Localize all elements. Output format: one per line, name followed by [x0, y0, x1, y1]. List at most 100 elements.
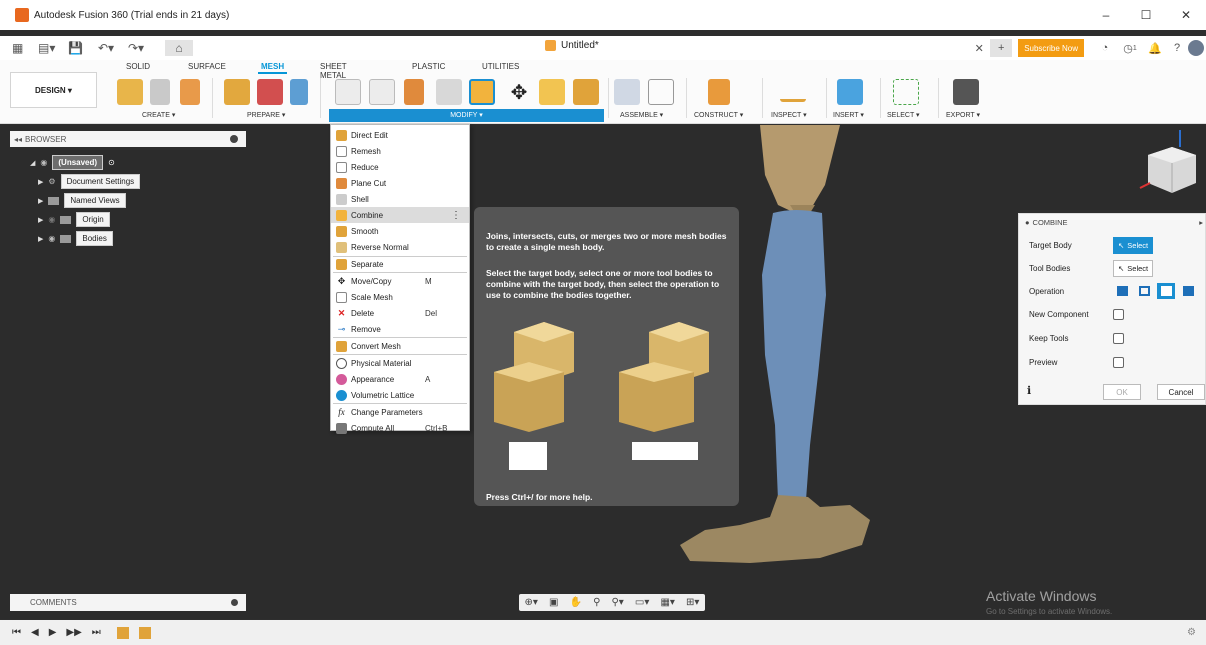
- browser-panel-header[interactable]: ◂◂ BROWSER: [10, 131, 246, 147]
- menu-item-remesh[interactable]: Remesh: [331, 143, 469, 159]
- generate-face-groups-icon[interactable]: [224, 79, 250, 105]
- look-at-icon[interactable]: ▣: [549, 597, 558, 608]
- menu-item-compute-all[interactable]: Compute All Ctrl+B: [331, 420, 469, 436]
- export-icon[interactable]: [953, 79, 979, 105]
- create-group-label[interactable]: CREATE ▾: [142, 111, 175, 119]
- modify-group-label[interactable]: MODIFY ▾: [329, 109, 604, 122]
- viewcube[interactable]: [1139, 130, 1196, 193]
- previous-step-icon[interactable]: ◀: [31, 627, 39, 638]
- next-step-icon[interactable]: ▶▶: [66, 627, 81, 638]
- menu-item-direct-edit[interactable]: Direct Edit: [331, 127, 469, 143]
- info-icon[interactable]: ℹ: [1027, 384, 1031, 397]
- avatar[interactable]: [1188, 40, 1204, 56]
- timeline-feature-icon[interactable]: [138, 626, 151, 639]
- new-tab-icon[interactable]: +: [990, 39, 1013, 57]
- hidden-eye-icon[interactable]: ◉: [48, 215, 55, 224]
- select-group-label[interactable]: SELECT ▾: [887, 111, 920, 119]
- tab-plastic[interactable]: PLASTIC: [412, 62, 445, 71]
- maximize-button[interactable]: ☐: [1126, 0, 1166, 30]
- viewports-icon[interactable]: ⊞▾: [686, 597, 699, 608]
- assemble-group-label[interactable]: ASSEMBLE ▾: [620, 111, 663, 119]
- tab-mesh[interactable]: MESH: [257, 62, 288, 74]
- grid-icon[interactable]: ▦▾: [660, 597, 674, 608]
- combine-face-groups-icon[interactable]: [257, 79, 283, 105]
- insert-group-label[interactable]: INSERT ▾: [833, 111, 864, 119]
- undo-icon[interactable]: ↶▾: [98, 40, 114, 56]
- display-settings-icon[interactable]: ▭▾: [635, 597, 649, 608]
- pan-icon[interactable]: ✋: [570, 597, 582, 608]
- minimize-button[interactable]: –: [1086, 0, 1126, 30]
- zoom-icon[interactable]: ⚲: [593, 597, 600, 608]
- select-window-icon[interactable]: [893, 79, 919, 105]
- prepare-group-label[interactable]: PREPARE ▾: [247, 111, 285, 119]
- tab-sheet-metal[interactable]: SHEET METAL: [320, 62, 347, 80]
- keep-tools-checkbox[interactable]: [1113, 332, 1124, 344]
- inspect-group-label[interactable]: INSPECT ▾: [771, 111, 807, 119]
- save-icon[interactable]: 💾: [68, 40, 83, 56]
- add-comment-icon[interactable]: [231, 599, 238, 606]
- move-copy-icon[interactable]: ✥: [506, 79, 532, 105]
- tree-item-origin[interactable]: ▶ ◉ Origin: [38, 212, 110, 227]
- menu-item-physical-material[interactable]: Physical Material: [331, 355, 469, 371]
- tree-item-document-settings[interactable]: ▶ ⚙ Document Settings: [38, 174, 141, 189]
- timeline-settings-icon[interactable]: ⚙: [1187, 627, 1196, 638]
- combine-icon[interactable]: [469, 79, 495, 105]
- new-component-icon[interactable]: [614, 79, 640, 105]
- expand-arrow-icon[interactable]: ▶: [38, 216, 43, 224]
- menu-item-shell[interactable]: Shell: [331, 191, 469, 207]
- repair-icon[interactable]: [290, 79, 308, 105]
- plane-cut-icon[interactable]: [404, 79, 424, 105]
- combine-dialog-header[interactable]: ● COMBINE ▸: [1019, 214, 1206, 230]
- comments-panel[interactable]: COMMENTS: [10, 594, 246, 611]
- visibility-eye-icon[interactable]: ◉: [40, 158, 47, 167]
- new-component-checkbox[interactable]: [1113, 308, 1124, 320]
- job-status-icon[interactable]: ◷ 1: [1116, 39, 1144, 57]
- menu-item-plane-cut[interactable]: Plane Cut: [331, 175, 469, 191]
- scale-mesh-icon[interactable]: [539, 79, 565, 105]
- tab-utilities[interactable]: UTILITIES: [482, 62, 519, 71]
- remesh-icon[interactable]: [335, 79, 361, 105]
- first-step-icon[interactable]: ⏮: [12, 627, 21, 638]
- insert-image-icon[interactable]: [837, 79, 863, 105]
- visibility-eye-icon[interactable]: ◉: [48, 234, 55, 243]
- tessellate-icon[interactable]: [180, 79, 200, 105]
- apps-grid-icon[interactable]: ▦: [12, 40, 23, 56]
- timeline-feature-icon[interactable]: [116, 626, 129, 639]
- close-window-button[interactable]: ✕: [1166, 0, 1206, 30]
- shell-icon[interactable]: [436, 79, 462, 105]
- menu-item-separate[interactable]: Separate: [331, 256, 469, 272]
- menu-item-reduce[interactable]: Reduce: [331, 159, 469, 175]
- expand-arrow-icon[interactable]: ▸: [1199, 218, 1203, 227]
- convert-mesh-icon[interactable]: [573, 79, 599, 105]
- menu-item-reverse-normal[interactable]: Reverse Normal: [331, 239, 469, 255]
- tree-item-bodies[interactable]: ▶ ◉ Bodies: [38, 231, 113, 246]
- collapse-icon[interactable]: ◂◂: [14, 135, 22, 144]
- tab-surface[interactable]: SURFACE: [188, 62, 226, 71]
- menu-item-move-copy[interactable]: ✥ Move/Copy M: [331, 273, 469, 289]
- menu-item-combine[interactable]: Combine ⋮: [331, 207, 469, 223]
- merge-operation-icon[interactable]: [1179, 283, 1197, 299]
- offset-plane-icon[interactable]: [708, 79, 730, 105]
- orbit-icon[interactable]: ⊕▾: [525, 597, 538, 608]
- joint-icon[interactable]: [648, 79, 674, 105]
- document-tab[interactable]: Untitled*: [545, 40, 599, 51]
- home-icon[interactable]: ⌂: [165, 40, 193, 56]
- last-step-icon[interactable]: ⏭: [92, 627, 101, 638]
- notifications-icon[interactable]: 🔔: [1144, 39, 1166, 57]
- extensions-icon[interactable]: ◔: [1094, 39, 1116, 57]
- fit-icon[interactable]: ⚲▾: [611, 597, 623, 608]
- tree-item-named-views[interactable]: ▶ Named Views: [38, 193, 126, 208]
- measure-icon[interactable]: [780, 88, 806, 102]
- file-menu-icon[interactable]: ▤▾: [38, 40, 55, 56]
- construct-group-label[interactable]: CONSTRUCT ▾: [694, 111, 743, 119]
- export-group-label[interactable]: EXPORT ▾: [946, 111, 980, 119]
- subscribe-button[interactable]: Subscribe Now: [1018, 39, 1084, 57]
- preview-checkbox[interactable]: [1113, 356, 1124, 368]
- create-form-icon[interactable]: [117, 79, 143, 105]
- tree-item-root[interactable]: ◢ ◉ (Unsaved) ⊙: [30, 155, 115, 170]
- activate-radio-icon[interactable]: ⊙: [108, 158, 115, 167]
- menu-item-convert-mesh[interactable]: Convert Mesh: [331, 338, 469, 354]
- reduce-icon[interactable]: [369, 79, 395, 105]
- expand-arrow-icon[interactable]: ▶: [38, 178, 43, 186]
- more-options-icon[interactable]: ⋮: [451, 210, 461, 221]
